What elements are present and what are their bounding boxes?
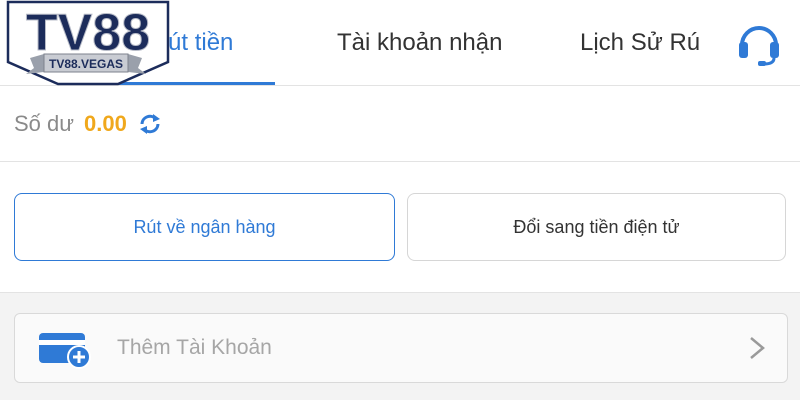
chevron-right-icon (750, 337, 765, 359)
add-account-button[interactable]: Thêm Tài Khoản (14, 313, 788, 383)
headset-icon[interactable] (734, 18, 784, 68)
tab-withdraw-history[interactable]: Lịch Sử Rú (580, 0, 700, 86)
svg-text:TV88: TV88 (26, 4, 150, 62)
tv88-logo-icon: TV88 TV88.VEGAS (6, 0, 170, 86)
divider (0, 161, 800, 162)
brand-logo: TV88 TV88.VEGAS (0, 0, 172, 86)
svg-text:TV88.VEGAS: TV88.VEGAS (49, 57, 123, 71)
crypto-withdraw-button[interactable]: Đổi sang tiền điện tử (407, 193, 786, 261)
bank-withdraw-button[interactable]: Rút về ngân hàng (14, 193, 395, 261)
balance-row: Số dư 0.00 (14, 100, 163, 148)
withdraw-page: u rút tiền Tài khoản nhận Lịch Sử Rú TV8… (0, 0, 800, 400)
add-account-label: Thêm Tài Khoản (117, 335, 272, 359)
balance-amount: 0.00 (83, 111, 127, 136)
tab-receiving-accounts[interactable]: Tài khoản nhận (337, 0, 502, 86)
balance-label: Số dư (14, 111, 74, 136)
add-card-icon (39, 333, 91, 369)
refresh-icon[interactable] (137, 111, 163, 137)
